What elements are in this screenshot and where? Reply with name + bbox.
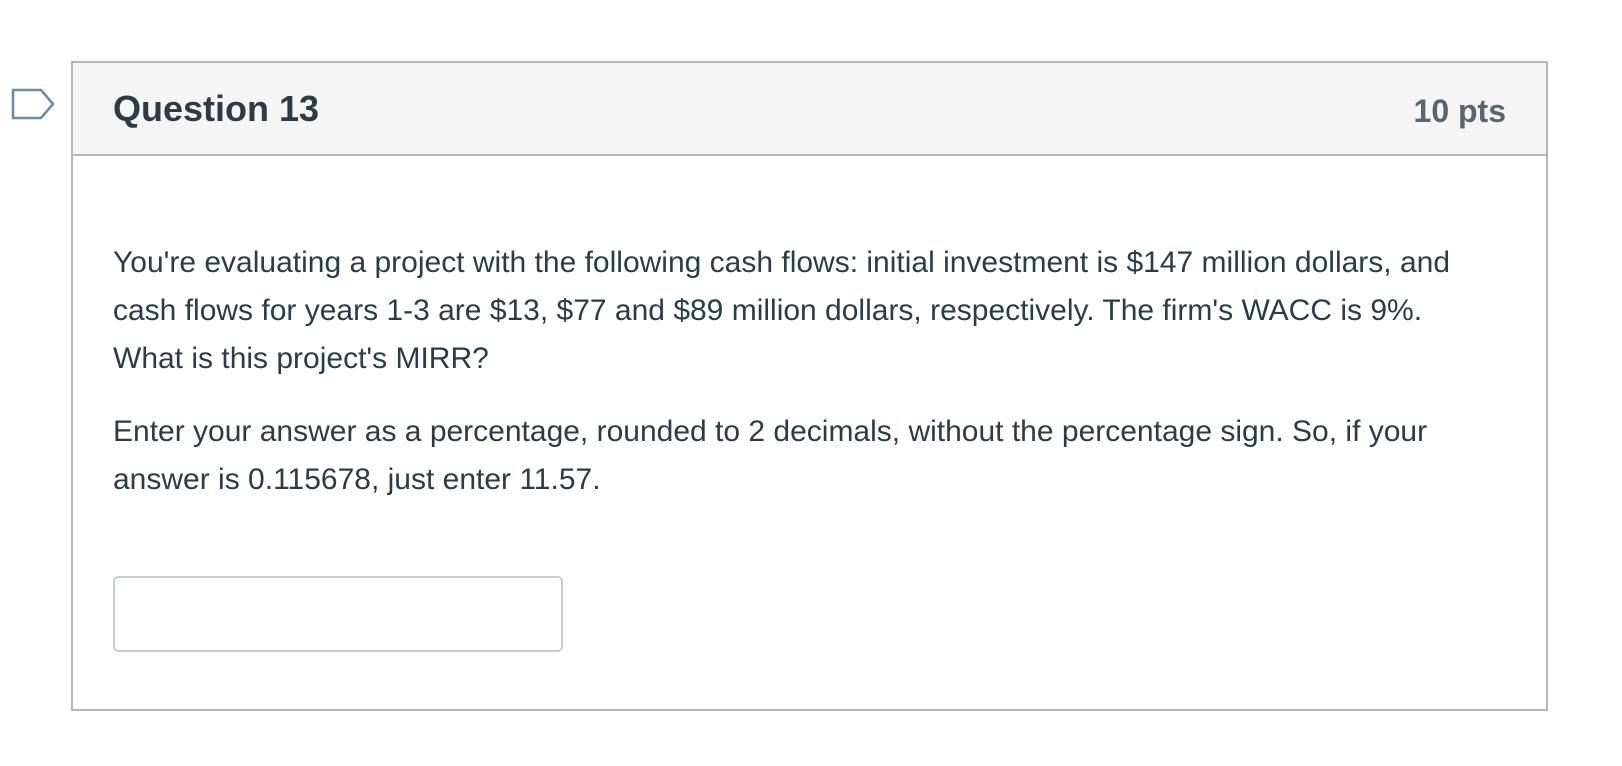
answer-input[interactable] [113,576,563,652]
question-points: 10 pts [1413,93,1506,129]
question-prompt: You're evaluating a project with the fol… [113,246,1451,375]
flag-outline-icon [11,88,55,120]
flag-question-icon[interactable] [11,88,55,124]
question-title: Question 13 [113,88,320,129]
question-card: Question 13 10 pts You're evaluating a p… [71,61,1548,711]
question-instructions: Enter your answer as a percentage, round… [113,415,1428,496]
question-text: You're evaluating a project with the fol… [113,239,1498,529]
question-header: Question 13 10 pts [73,63,1546,156]
